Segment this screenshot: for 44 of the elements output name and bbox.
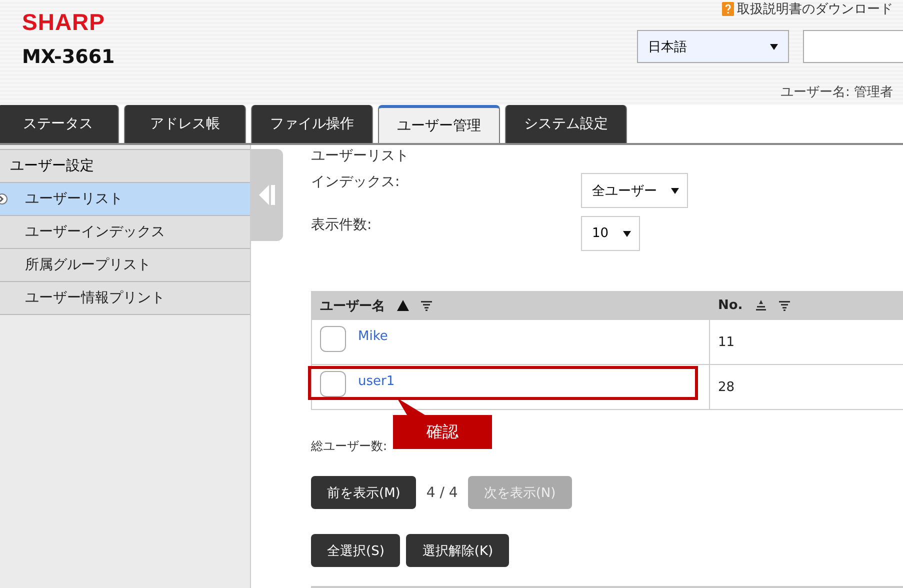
sidebar-heading: ユーザー設定: [0, 149, 250, 183]
column-header[interactable]: ユーザー名: [312, 292, 710, 319]
row-checkbox[interactable]: [320, 371, 346, 397]
table-cell: 28: [718, 380, 735, 395]
sort-icon[interactable]: [754, 300, 767, 311]
sidebar-item[interactable]: ユーザー情報プリント: [0, 282, 250, 315]
model-name: MX-3661: [22, 46, 115, 68]
callout-pointer: [397, 398, 425, 416]
column-header[interactable]: No.: [710, 292, 903, 319]
select-all-button[interactable]: 全選択(S): [311, 534, 400, 568]
previous-page-button[interactable]: 前を表示(M): [311, 476, 416, 510]
page-indicator: 4 / 4: [426, 484, 458, 501]
sidebar-item[interactable]: 所属グループリスト: [0, 249, 250, 282]
user-name-link[interactable]: user1: [358, 374, 395, 389]
filter-label: 表示件数:: [311, 216, 373, 235]
deselect-all-button[interactable]: 選択解除(K): [406, 534, 510, 568]
nav-tab[interactable]: ユーザー管理: [378, 105, 500, 143]
filter-icon[interactable]: [778, 300, 790, 310]
brand-logo: SHARP: [22, 9, 106, 36]
row-checkbox[interactable]: [320, 326, 346, 352]
help-book-icon: [722, 2, 734, 16]
user-name-label: ユーザー名: 管理者: [780, 84, 893, 101]
nav-tab[interactable]: システム設定: [505, 105, 627, 143]
caret-icon: [770, 44, 778, 50]
sidebar-item[interactable]: ユーザーリスト: [0, 183, 250, 216]
search-field[interactable]: [803, 30, 903, 63]
total-users-label: 総ユーザー数:: [311, 438, 388, 455]
filter-icon[interactable]: [421, 300, 432, 310]
nav-tab[interactable]: アドレス帳: [124, 105, 246, 143]
manual-download-link[interactable]: 取扱説明書のダウンロード: [722, 0, 893, 18]
nav-tab[interactable]: ステータス: [0, 105, 119, 143]
caret-icon: [671, 188, 679, 194]
language-select[interactable]: 日本語: [637, 30, 789, 63]
filter-select[interactable]: 10: [581, 216, 640, 251]
filter-select[interactable]: 全ユーザー: [581, 173, 688, 208]
user-name-link[interactable]: Mike: [358, 329, 388, 344]
nav-tab[interactable]: ファイル操作: [251, 105, 373, 143]
caret-icon: [622, 230, 631, 236]
filter-label: インデックス:: [311, 173, 401, 192]
section-title: ユーザーリスト: [311, 147, 410, 165]
collapse-left-icon: [259, 185, 275, 205]
sort-ascending-icon[interactable]: [397, 300, 409, 311]
table-cell: 11: [718, 335, 735, 350]
sidebar-item[interactable]: ユーザーインデックス: [0, 216, 250, 249]
